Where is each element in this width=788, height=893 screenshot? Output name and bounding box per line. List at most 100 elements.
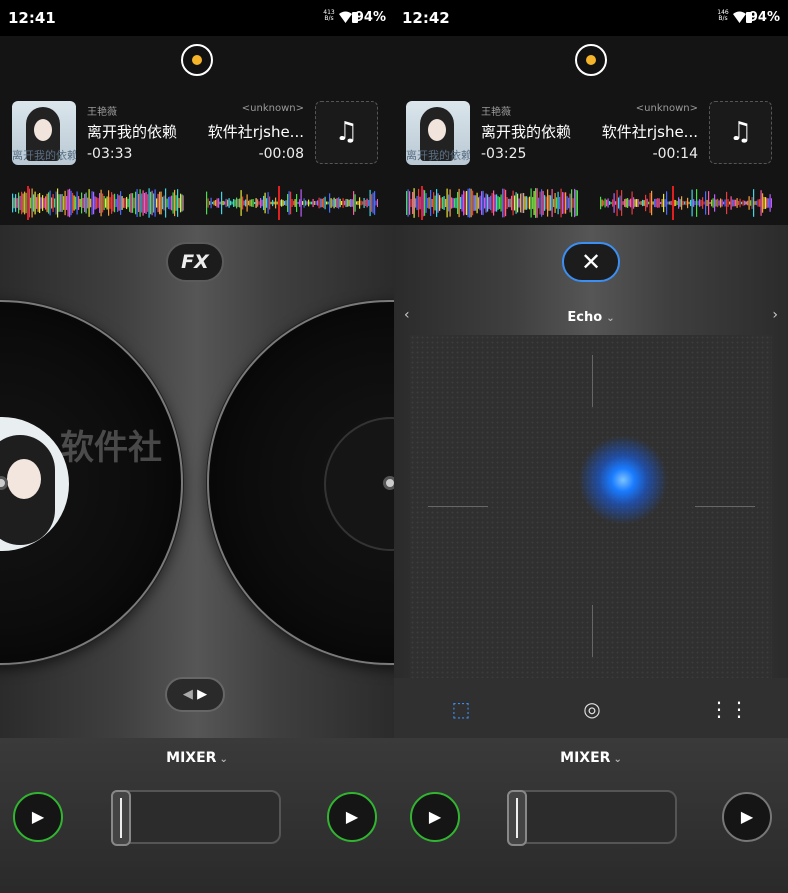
waveform-bar xyxy=(445,198,447,208)
record-button[interactable] xyxy=(575,44,607,76)
deck-b-waveform[interactable] xyxy=(600,186,772,220)
fx-xy-pad[interactable] xyxy=(410,335,772,678)
waveform-bar xyxy=(359,197,361,209)
waveform-bar xyxy=(303,198,305,208)
waveform-bar xyxy=(368,199,370,207)
waveform-bar xyxy=(120,191,122,215)
fx-button[interactable]: FX xyxy=(166,242,224,282)
deck-a-waveform[interactable] xyxy=(406,186,578,220)
waveform-bar xyxy=(427,197,429,209)
waveform-bar xyxy=(657,198,659,208)
grid-mode-icon[interactable]: ⋮⋮ xyxy=(709,695,749,723)
deck-b-load-button[interactable]: ♫ xyxy=(709,101,772,164)
waveform-bar xyxy=(348,199,350,207)
radial-mode-icon[interactable]: ◎ xyxy=(578,695,606,723)
waveform-bar xyxy=(415,198,417,208)
deck-switch-button[interactable]: ◀ ▶ xyxy=(165,677,225,712)
waveform-bar xyxy=(306,201,308,205)
deck-b-play-button[interactable]: ▶ xyxy=(722,792,772,842)
waveform-bar xyxy=(615,201,617,205)
waveform-bar xyxy=(717,198,719,208)
crossfader-handle[interactable] xyxy=(111,790,131,846)
waveform-bar xyxy=(166,198,168,208)
deck-a-play-button[interactable]: ▶ xyxy=(13,792,63,842)
waveform-bar xyxy=(735,199,737,207)
waveform-bar xyxy=(464,191,466,215)
waveform-bar xyxy=(147,194,149,212)
waveform-bar xyxy=(485,193,487,213)
waveform-bar xyxy=(82,198,84,208)
waveform-bar xyxy=(562,192,564,214)
close-fx-button[interactable]: ✕ xyxy=(562,242,620,282)
deck-a-play-button[interactable]: ▶ xyxy=(410,792,460,842)
waveform-bar xyxy=(440,197,442,209)
waveform-bar xyxy=(103,195,105,211)
deck-b-load-button[interactable]: ♫ xyxy=(315,101,378,164)
deck-a-platter[interactable] xyxy=(0,300,183,665)
waveform-bar xyxy=(174,189,176,217)
waveform-bar xyxy=(539,191,541,215)
waveform-bar xyxy=(102,193,104,213)
waveform-bar xyxy=(682,200,684,206)
waveform-bar xyxy=(566,196,568,210)
waveform-bar xyxy=(609,201,611,205)
waveform-bar xyxy=(341,201,343,205)
waveform-bar xyxy=(691,189,693,217)
waveform-bar xyxy=(285,200,287,206)
waveform-bar xyxy=(25,192,27,214)
fx-effect-dropdown[interactable]: Echo ⌄ xyxy=(394,310,788,325)
waveform-bar xyxy=(138,193,140,213)
waveform-bar xyxy=(222,200,224,206)
crossfader[interactable] xyxy=(507,790,677,846)
waveform-bar xyxy=(446,188,448,218)
waveform-bar xyxy=(600,196,602,210)
waveform-bar xyxy=(324,196,326,210)
waveform-bar xyxy=(642,199,644,207)
deck-b-waveform[interactable] xyxy=(206,186,378,220)
deck-b-play-button[interactable]: ▶ xyxy=(327,792,377,842)
chevron-right-icon[interactable]: › xyxy=(772,307,778,323)
crossfader-handle[interactable] xyxy=(507,790,527,846)
waveform-bar xyxy=(263,195,265,211)
waveform-bar xyxy=(76,191,78,215)
waveform-bar xyxy=(763,196,765,210)
waveform-bar xyxy=(532,197,534,209)
waveform-bar xyxy=(612,199,614,207)
deck-a-cover[interactable]: 离开我的依赖 xyxy=(12,101,76,165)
waveform-bar xyxy=(124,198,126,208)
waveform-bar xyxy=(94,196,96,210)
waveform-bar xyxy=(121,196,123,210)
mixer-toggle[interactable]: MIXER ⌄ xyxy=(0,750,394,766)
waveform-bar xyxy=(479,195,481,211)
waveform-bar xyxy=(52,194,54,212)
record-button[interactable] xyxy=(181,44,213,76)
waveform-bar xyxy=(311,201,313,205)
deck-b-title: 软件社rjshe... xyxy=(601,123,698,141)
pad-mode-icon[interactable]: ⬚ xyxy=(447,695,475,723)
mixer-toggle[interactable]: MIXER ⌄ xyxy=(394,750,788,766)
waveform-bar xyxy=(621,190,623,216)
deck-a-waveform[interactable] xyxy=(12,186,184,220)
waveform-bar xyxy=(294,199,296,207)
wifi-icon xyxy=(733,11,746,23)
waveform-bar xyxy=(312,198,314,208)
waveform-bar xyxy=(458,188,460,218)
waveform-bar xyxy=(765,197,767,209)
waveform-bar xyxy=(213,200,215,206)
waveform-bar xyxy=(329,193,331,213)
waveform-bar xyxy=(699,199,701,207)
waveform-bar xyxy=(700,199,702,207)
waveform-bar xyxy=(39,192,41,214)
deck-a-cover[interactable]: 离开我的依赖 xyxy=(406,101,470,165)
status-bar: 12:42 146 B/s 94% xyxy=(394,0,788,36)
waveform-bar xyxy=(694,201,696,205)
deck-b-platter[interactable] xyxy=(207,300,394,665)
waveform-bar xyxy=(754,201,756,205)
screen-deck-view: 12:41 413 B/s 94% 离开我的依赖 王艳薇 离开我的依赖 -03:3… xyxy=(0,0,394,893)
waveform-bar xyxy=(741,201,743,205)
waveform-bar xyxy=(681,196,683,210)
waveform-bar xyxy=(291,198,293,208)
pad-touch-point[interactable] xyxy=(578,435,668,525)
crossfader[interactable] xyxy=(111,790,281,846)
waveform-bar xyxy=(87,197,89,209)
